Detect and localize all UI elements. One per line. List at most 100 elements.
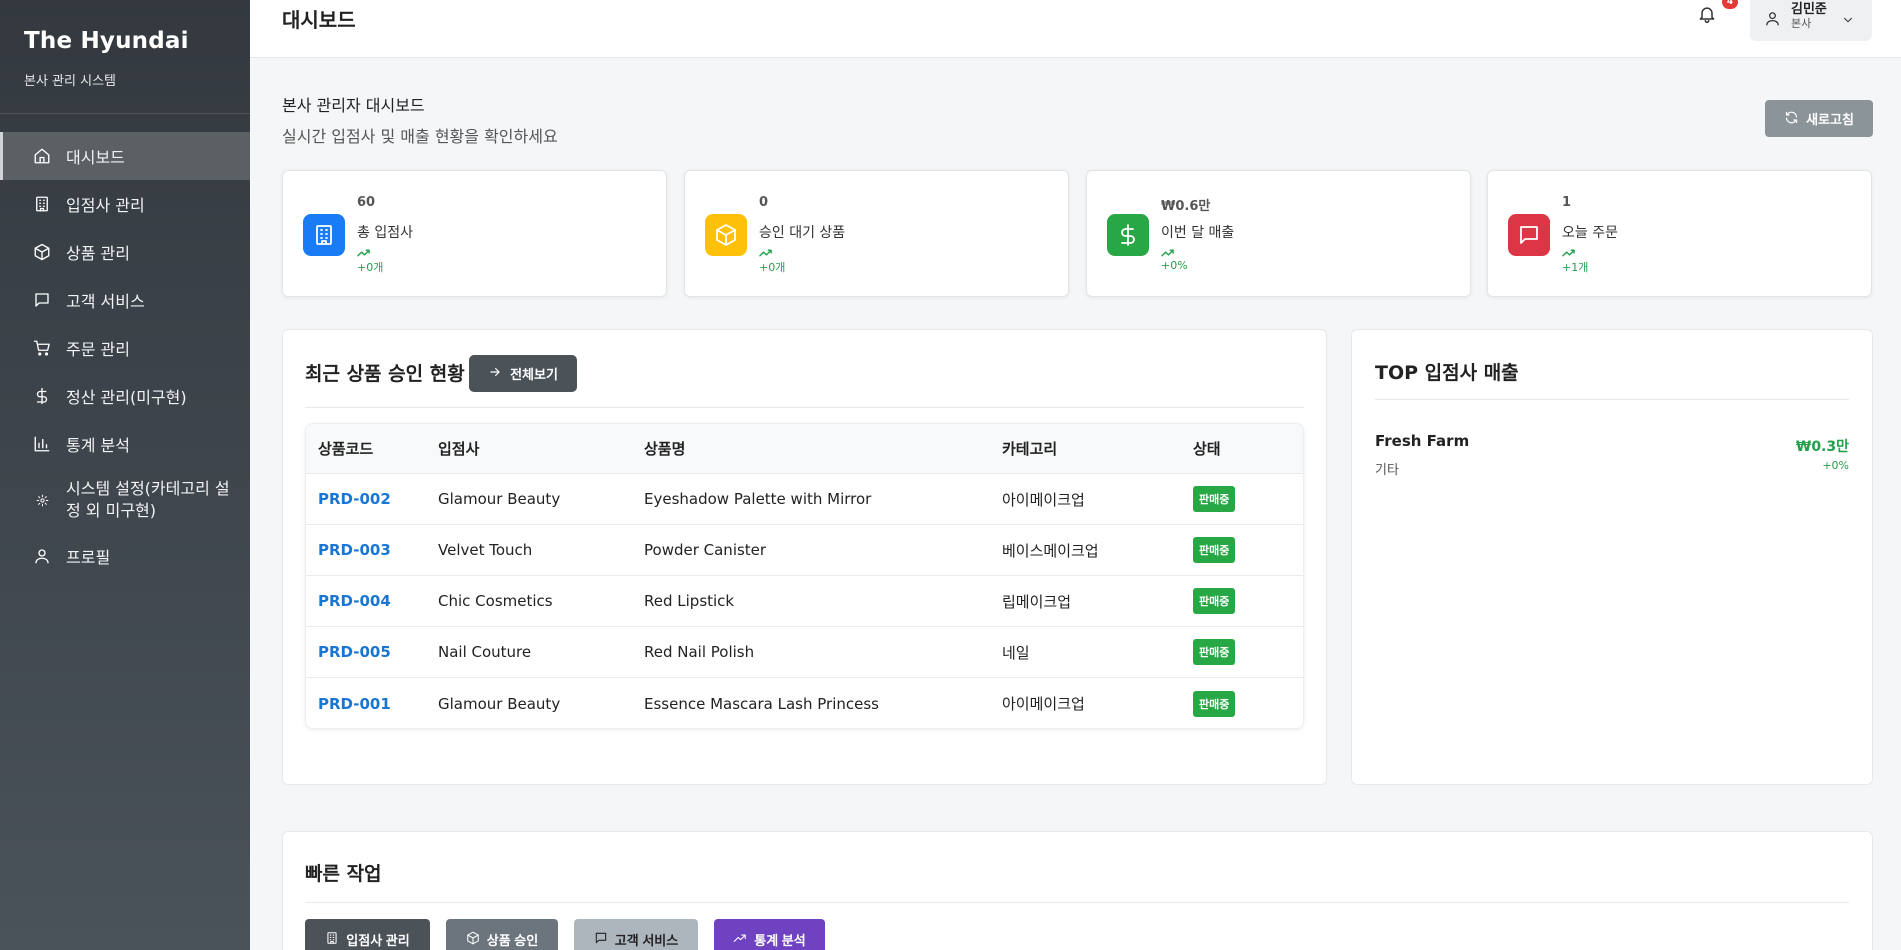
- user-name: 김민준: [1791, 2, 1827, 17]
- table-row[interactable]: PRD-002 Glamour Beauty Eyeshadow Palette…: [306, 474, 1303, 525]
- bar-chart-icon: [31, 433, 53, 455]
- category-cell: 립메이크업: [1002, 592, 1072, 611]
- dashboard-subtitle: 실시간 입점사 및 매출 현황을 확인하세요: [282, 127, 558, 146]
- sidebar-item-orders[interactable]: 주문 관리: [0, 324, 250, 372]
- top-vendor-category: 기타: [1375, 463, 1399, 478]
- top-vendor-name: Fresh Farm: [1375, 432, 1470, 450]
- user-role: 본사: [1791, 17, 1812, 30]
- view-all-button[interactable]: 전체보기: [469, 355, 577, 392]
- quick-button-label: 고객 서비스: [614, 932, 679, 948]
- building-icon: [303, 214, 345, 256]
- box-icon: [466, 931, 487, 948]
- vendor-cell: Glamour Beauty: [438, 490, 561, 508]
- message-icon: [594, 931, 615, 948]
- user-info: 김민준 본사: [1791, 3, 1827, 31]
- building-icon: [31, 193, 53, 215]
- quick-vendors-button[interactable]: 입점사 관리: [305, 919, 430, 950]
- top-vendors-title: TOP 입점사 매출: [1375, 362, 1519, 384]
- sidebar: The Hyundai 본사 관리 시스템 대시보드 입점사 관리 상품 관리 …: [0, 0, 250, 950]
- status-badge: 판매중: [1193, 486, 1236, 512]
- notification-badge: 4: [1722, 0, 1738, 9]
- dollar-icon: [31, 385, 53, 407]
- product-code-link[interactable]: PRD-002: [318, 490, 391, 508]
- table-row[interactable]: PRD-001 Glamour Beauty Essence Mascara L…: [306, 678, 1303, 728]
- column-header[interactable]: 입점사: [438, 438, 644, 459]
- sidebar-item-settlement[interactable]: 정산 관리(미구현): [0, 372, 250, 420]
- column-header[interactable]: 상품명: [644, 438, 1002, 459]
- dollar-icon: [1107, 214, 1149, 256]
- sidebar-item-label: 고객 서비스: [66, 292, 145, 311]
- stat-card-pending-products: 0 승인 대기 상품 +0개: [684, 170, 1069, 297]
- top-header: 대시보드 4 김민준 본사: [250, 0, 1901, 58]
- user-icon: [31, 545, 53, 567]
- stat-change: +1개: [1562, 261, 1589, 274]
- stat-card-today-orders: 1 오늘 주문 +1개: [1487, 170, 1872, 297]
- product-code-link[interactable]: PRD-004: [318, 592, 391, 610]
- user-menu[interactable]: 김민준 본사: [1750, 0, 1872, 41]
- column-header[interactable]: 상태: [1193, 438, 1303, 459]
- refresh-button[interactable]: 새로고침: [1765, 100, 1873, 137]
- sidebar-item-products[interactable]: 상품 관리: [0, 228, 250, 276]
- recent-approvals-title: 최근 상품 승인 현황: [305, 363, 465, 385]
- sidebar-item-vendors[interactable]: 입점사 관리: [0, 180, 250, 228]
- quick-statistics-button[interactable]: 통계 분석: [714, 919, 825, 950]
- user-icon: [1764, 10, 1781, 31]
- table-row[interactable]: PRD-004 Chic Cosmetics Red Lipstick 립메이크…: [306, 576, 1303, 627]
- brand: The Hyundai 본사 관리 시스템: [0, 0, 250, 114]
- vendor-cell: Glamour Beauty: [438, 694, 561, 713]
- stat-label: 총 입점사: [357, 225, 413, 241]
- column-header[interactable]: 상품코드: [306, 438, 438, 459]
- vendor-cell: Velvet Touch: [438, 541, 533, 559]
- quick-customer-service-button[interactable]: 고객 서비스: [574, 919, 698, 950]
- stat-label: 승인 대기 상품: [759, 225, 846, 241]
- quick-button-label: 상품 승인: [486, 932, 539, 948]
- message-icon: [31, 289, 53, 311]
- sidebar-item-label: 주문 관리: [66, 340, 130, 359]
- product-code-link[interactable]: PRD-001: [318, 695, 391, 713]
- top-vendors-panel: [1351, 329, 1873, 785]
- sidebar-item-system-settings[interactable]: 시스템 설정(카테고리 설정 외 미구현): [0, 468, 250, 532]
- sidebar-item-label: 상품 관리: [66, 244, 130, 263]
- view-all-label: 전체보기: [510, 367, 558, 382]
- sidebar-nav: 대시보드 입점사 관리 상품 관리 고객 서비스 주문 관리 정산 관리(미구현…: [0, 132, 250, 580]
- vendor-cell: Nail Couture: [438, 643, 532, 661]
- stat-value: 60: [357, 195, 376, 210]
- box-icon: [705, 214, 747, 256]
- home-icon: [31, 145, 53, 167]
- stat-change: +0%: [1161, 259, 1188, 272]
- sidebar-item-dashboard[interactable]: 대시보드: [0, 132, 250, 180]
- arrow-right-icon: [488, 365, 510, 382]
- product-code-link[interactable]: PRD-003: [318, 541, 391, 559]
- product-cell: Red Lipstick: [644, 592, 735, 610]
- panel-divider: [305, 902, 1849, 903]
- table-row[interactable]: PRD-005 Nail Couture Red Nail Polish 네일 …: [306, 627, 1303, 678]
- product-cell: Eyeshadow Palette with Mirror: [644, 490, 872, 508]
- stat-value: 0: [759, 195, 769, 210]
- sidebar-item-statistics[interactable]: 통계 분석: [0, 420, 250, 468]
- trend-up-icon: [733, 931, 754, 948]
- sidebar-item-customer-service[interactable]: 고객 서비스: [0, 276, 250, 324]
- category-cell: 베이스메이크업: [1002, 541, 1099, 560]
- category-cell: 아이메이크업: [1002, 490, 1085, 509]
- product-code-link[interactable]: PRD-005: [318, 643, 391, 661]
- column-header[interactable]: 카테고리: [1002, 438, 1193, 459]
- message-icon: [1508, 214, 1550, 256]
- brand-subtitle: 본사 관리 시스템: [24, 74, 116, 89]
- category-cell: 아이메이크업: [1002, 695, 1085, 713]
- status-badge: 판매중: [1193, 639, 1236, 665]
- box-icon: [31, 241, 53, 263]
- quick-product-approval-button[interactable]: 상품 승인: [446, 919, 558, 950]
- top-vendor-change: +0%: [1822, 459, 1849, 472]
- stat-value: ₩0.6만: [1161, 199, 1211, 214]
- stat-label: 이번 달 매출: [1161, 225, 1235, 241]
- notification-bell[interactable]: [1697, 4, 1721, 28]
- cart-icon: [31, 337, 53, 359]
- quick-actions-title: 빠른 작업: [305, 863, 382, 885]
- sidebar-item-profile[interactable]: 프로필: [0, 532, 250, 580]
- vendor-cell: Chic Cosmetics: [438, 592, 553, 610]
- panel-divider: [1375, 399, 1849, 400]
- gear-icon: [31, 489, 53, 511]
- table-row[interactable]: PRD-003 Velvet Touch Powder Canister 베이스…: [306, 525, 1303, 576]
- quick-button-label: 통계 분석: [754, 932, 806, 948]
- sidebar-item-label: 대시보드: [66, 148, 125, 167]
